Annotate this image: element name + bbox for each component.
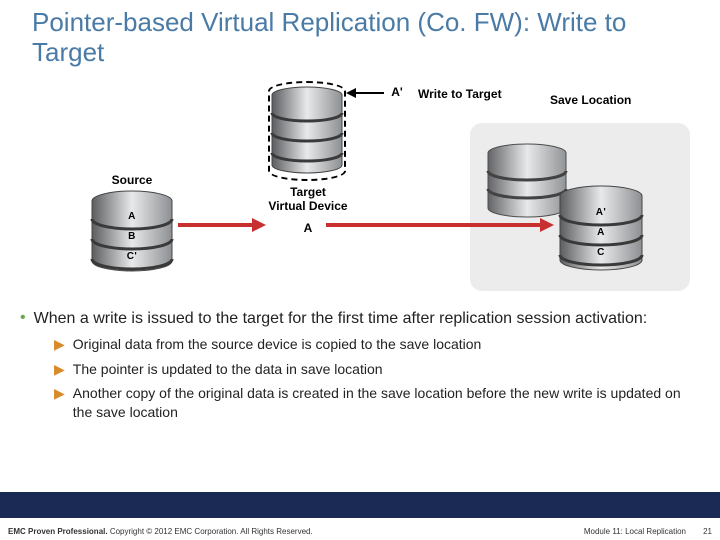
footer-band [0, 492, 720, 518]
label-write-a-prime: A' [388, 85, 406, 99]
footer-left-bold: EMC Proven Professional. [8, 527, 108, 536]
sub-bullet: ▶ The pointer is updated to the data in … [54, 360, 700, 378]
save-layer-a-prime: A' [558, 207, 644, 218]
label-write-to-target: Write to Target [418, 87, 508, 101]
bullet-lead: • When a write is issued to the target f… [20, 308, 700, 329]
sub-bullet: ▶ Original data from the source device i… [54, 335, 700, 353]
save-layer-c: C [558, 247, 644, 258]
sub-text-0: Original data from the source device is … [73, 335, 482, 353]
label-target-virtual: Target Virtual Device [260, 185, 356, 213]
label-save-location: Save Location [550, 93, 650, 107]
db-target-icon [270, 85, 344, 179]
bullet-lead-text: When a write is issued to the target for… [34, 308, 648, 329]
db-save-back [486, 143, 568, 223]
db-save-front: A' A C [558, 185, 644, 277]
sub-text-2: Another copy of the original data is cre… [73, 384, 700, 421]
footer-left-rest: Copyright © 2012 EMC Corporation. All Ri… [108, 527, 313, 536]
footer-left: EMC Proven Professional. Copyright © 201… [8, 527, 313, 536]
db-source: A B C' [90, 189, 174, 279]
label-source: Source [102, 173, 162, 187]
bullet-block: • When a write is issued to the target f… [20, 308, 700, 421]
diagram-area: Source A B C' [30, 85, 690, 300]
source-layer-c: C' [90, 251, 174, 262]
sub-arrow-icon: ▶ [54, 384, 65, 421]
db-target-virtual [270, 85, 344, 179]
footer-module: Module 11: Local Replication [584, 527, 686, 536]
arrow-write-in-icon [346, 85, 386, 105]
slide-title: Pointer-based Virtual Replication (Co. F… [32, 8, 700, 68]
footer-page: 21 [703, 527, 712, 536]
source-layer-b: B [90, 231, 174, 242]
sub-arrow-icon: ▶ [54, 360, 65, 378]
source-layer-a: A [90, 211, 174, 222]
save-layer-a: A [558, 227, 644, 238]
sub-arrow-icon: ▶ [54, 335, 65, 353]
bullet-dot-icon: • [20, 308, 26, 329]
label-target-a: A [298, 221, 318, 235]
sub-text-1: The pointer is updated to the data in sa… [73, 360, 383, 378]
sub-bullet: ▶ Another copy of the original data is c… [54, 384, 700, 421]
